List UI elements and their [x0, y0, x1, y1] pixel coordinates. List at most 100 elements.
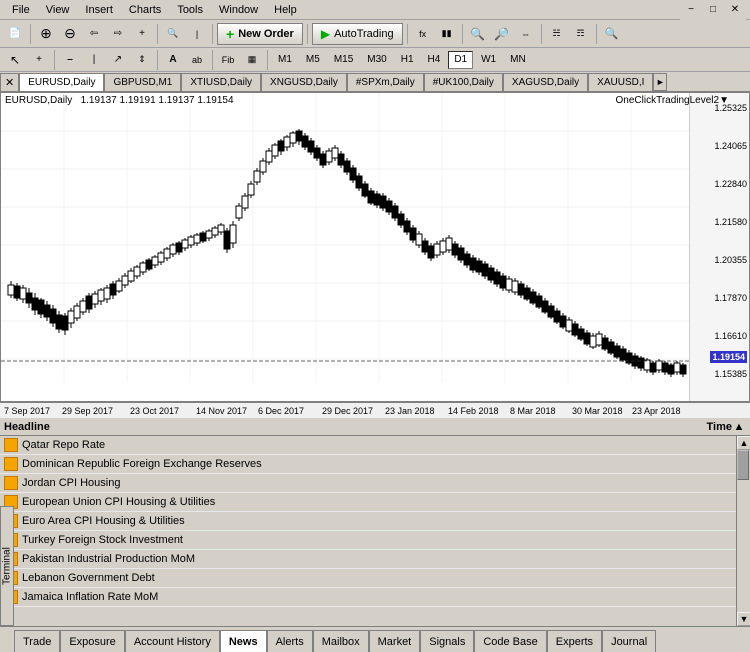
bottom-tab-experts[interactable]: Experts — [547, 630, 602, 652]
news-item[interactable]: Qatar Repo Rate — [0, 436, 736, 455]
news-item[interactable]: Lebanon Government Debt — [0, 569, 736, 588]
close-btn[interactable]: ✕ — [724, 0, 746, 21]
news-item[interactable]: Jordan CPI Housing — [0, 474, 736, 493]
sep10 — [157, 50, 158, 70]
tf-m1[interactable]: M1 — [272, 51, 298, 69]
bottom-tab-code-base[interactable]: Code Base — [474, 630, 546, 652]
drawing-toolbar: ↖ + ⎯ | ↗ ⇕ A ab Fib ▦ M1 M5 M15 M30 H1 … — [0, 48, 750, 72]
news-item[interactable]: Pakistan Industrial Production MoM — [0, 550, 736, 569]
crosshair-btn[interactable]: + — [131, 23, 153, 45]
time-label-8: 8 Mar 2018 — [510, 406, 556, 416]
zoom-in-btn[interactable]: ⊕ — [35, 23, 57, 45]
news-scroll-up[interactable]: ▲ — [732, 421, 746, 433]
scrollbar-down-btn[interactable]: ▼ — [737, 612, 750, 626]
chart-tab-6[interactable]: XAGUSD,Daily — [503, 73, 588, 91]
menu-charts[interactable]: Charts — [121, 2, 169, 18]
menu-bar: File View Insert Charts Tools Window Hel… — [0, 0, 750, 20]
news-item[interactable]: European Union CPI Housing & Utilities — [0, 493, 736, 512]
terminal-label[interactable]: Terminal — [0, 506, 14, 626]
bottom-tab-journal[interactable]: Journal — [602, 630, 656, 652]
chart-tab-4[interactable]: #SPXm,Daily — [347, 73, 424, 91]
chart-tab-2[interactable]: XTIUSD,Daily — [181, 73, 261, 91]
label-btn[interactable]: ab — [186, 49, 208, 71]
chart-tab-x[interactable]: ✕ — [0, 73, 19, 91]
news-time-label: Time — [672, 421, 732, 433]
channel-btn[interactable]: ⇕ — [131, 49, 153, 71]
news-item[interactable]: Euro Area CPI Housing & Utilities — [0, 512, 736, 531]
sep4 — [307, 24, 308, 44]
tab-scroll-right[interactable]: ► — [653, 73, 667, 91]
news-item[interactable]: Dominican Republic Foreign Exchange Rese… — [0, 455, 736, 474]
bottom-tab-alerts[interactable]: Alerts — [267, 630, 313, 652]
menu-window[interactable]: Window — [211, 2, 266, 18]
bottom-tab-market[interactable]: Market — [369, 630, 421, 652]
cursor-btn[interactable]: ↖ — [4, 49, 26, 71]
autotrading-button[interactable]: ▶ AutoTrading — [312, 23, 403, 45]
menu-help[interactable]: Help — [266, 2, 305, 18]
sep9 — [54, 50, 55, 70]
bottom-tab-news[interactable]: News — [220, 630, 267, 652]
news-item[interactable]: Jamaica Inflation Rate MoM — [0, 588, 736, 607]
search-btn[interactable]: 🔍 — [601, 23, 623, 45]
bottom-tab-mailbox[interactable]: Mailbox — [313, 630, 369, 652]
chart-tab-5[interactable]: #UK100,Daily — [424, 73, 503, 91]
zoom-in2-btn[interactable]: 🔎 — [491, 23, 513, 45]
bottom-tab-exposure[interactable]: Exposure — [60, 630, 124, 652]
bottom-tab-trade[interactable]: Trade — [14, 630, 60, 652]
scrollbar-thumb[interactable] — [737, 450, 749, 480]
gann-btn[interactable]: ▦ — [241, 49, 263, 71]
chart-tab-3[interactable]: XNGUSD,Daily — [261, 73, 347, 91]
zoom-out-btn[interactable]: ⊖ — [59, 23, 81, 45]
tf-mn[interactable]: MN — [504, 51, 532, 69]
news-scrollbar[interactable]: ▲ ▼ — [736, 436, 750, 626]
tf-m30[interactable]: M30 — [361, 51, 392, 69]
menu-tools[interactable]: Tools — [169, 2, 211, 18]
vline-btn[interactable]: | — [83, 49, 105, 71]
sep2 — [157, 24, 158, 44]
chart-type-btn[interactable]: ▮▮ — [436, 23, 458, 45]
news-item-icon — [4, 438, 18, 452]
news-item[interactable]: Turkey Foreign Stock Investment — [0, 531, 736, 550]
sep8 — [596, 24, 597, 44]
scroll-right-btn[interactable]: ⇨ — [107, 23, 129, 45]
indicators-btn[interactable]: fx — [412, 23, 434, 45]
chart-tab-7[interactable]: XAUUSD,I — [588, 73, 653, 91]
templates-btn[interactable]: ☵ — [546, 23, 568, 45]
chart-tab-1[interactable]: GBPUSD,M1 — [104, 73, 181, 91]
fib-btn[interactable]: Fib — [217, 49, 239, 71]
maximize-btn[interactable]: □ — [702, 0, 724, 21]
hline-btn[interactable]: ⎯ — [59, 49, 81, 71]
news-scroll-area[interactable]: Qatar Repo Rate Dominican Republic Forei… — [0, 436, 736, 626]
menu-insert[interactable]: Insert — [77, 2, 121, 18]
news-item-text: Jamaica Inflation Rate MoM — [22, 591, 732, 603]
tf-m5[interactable]: M5 — [300, 51, 326, 69]
period-sep-btn[interactable]: | — [186, 23, 208, 45]
new-chart-btn[interactable]: 📄 — [4, 23, 26, 45]
chart-indicator-label: OneClickTradingLevel2▼ — [616, 95, 729, 106]
tf-h4[interactable]: H4 — [422, 51, 447, 69]
tf-w1[interactable]: W1 — [475, 51, 502, 69]
bottom-tab-signals[interactable]: Signals — [420, 630, 474, 652]
minimize-btn[interactable]: − — [680, 0, 702, 21]
zoom-out2-btn[interactable]: 🔍 — [467, 23, 489, 45]
scroll-left-btn[interactable]: ⇦ — [83, 23, 105, 45]
tf-d1[interactable]: D1 — [448, 51, 473, 69]
scrollbar-track — [737, 450, 750, 612]
text-btn[interactable]: A — [162, 49, 184, 71]
zoom-tool-btn[interactable]: 🔍 — [162, 23, 184, 45]
scrollbar-up-btn[interactable]: ▲ — [737, 436, 750, 450]
trendline-btn[interactable]: ↗ — [107, 49, 129, 71]
profile-btn[interactable]: ☶ — [570, 23, 592, 45]
chart-scroll-btn[interactable]: ⇔ — [515, 23, 537, 45]
chart-area[interactable]: EURUSD,Daily 1.19137 1.19191 1.19137 1.1… — [0, 92, 750, 402]
menu-view[interactable]: View — [38, 2, 78, 18]
chart-tab-0[interactable]: EURUSD,Daily — [19, 73, 104, 91]
new-order-button[interactable]: + New Order — [217, 23, 303, 45]
crosshair2-btn[interactable]: + — [28, 49, 50, 71]
menu-file[interactable]: File — [4, 2, 38, 18]
bottom-tab-account-history[interactable]: Account History — [125, 630, 220, 652]
tf-m15[interactable]: M15 — [328, 51, 359, 69]
time-label-10: 23 Apr 2018 — [632, 406, 681, 416]
time-label-3: 14 Nov 2017 — [196, 406, 247, 416]
tf-h1[interactable]: H1 — [395, 51, 420, 69]
